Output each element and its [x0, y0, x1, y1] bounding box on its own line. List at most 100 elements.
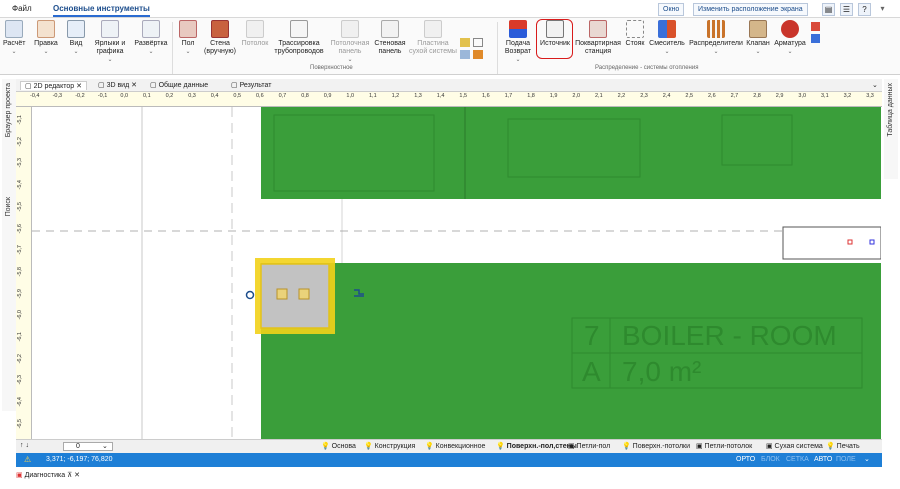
close-tab-icon[interactable]: ✕ [76, 83, 82, 90]
boiler-source-element[interactable] [260, 263, 330, 329]
ruler-h-label: 3,3 [866, 93, 874, 99]
labels-icon [101, 20, 119, 38]
menu-file[interactable]: Файл [12, 4, 32, 13]
small-tool-icon-3[interactable] [460, 50, 470, 59]
ruler-h-label: 0,1 [143, 93, 151, 99]
change-layout-button[interactable]: Изменить расположение экрана [693, 3, 808, 16]
room-letter: A [582, 356, 601, 387]
ceiling-icon [246, 20, 264, 38]
status-mode-toggle[interactable]: ПОЛЕ [836, 456, 856, 463]
layer-bar: ↑ ↓ 0 ⌄ 💡 Основа 💡 Конструкция 💡 Конвекцио… [16, 439, 882, 453]
supply-return-button[interactable]: Подача Возврат ⌄ [502, 20, 534, 64]
tab-main-tools[interactable]: Основные инструменты [53, 4, 150, 17]
pipe-routing-button[interactable]: Трассировка трубопроводов [273, 20, 325, 56]
warning-icon[interactable]: ⚠ [24, 455, 31, 464]
calc-icon [5, 20, 23, 38]
document-tabs: ▢ 2D редактор ✕ ▢ 3D вид ✕ ▢ Общие данны… [16, 79, 882, 92]
riser-button[interactable]: Стояк [624, 20, 646, 48]
fitting-icon [781, 20, 799, 38]
layer-toggle[interactable]: 💡 Поверхн.-пол,стены [496, 442, 577, 450]
routing-icon [290, 20, 308, 38]
view-button[interactable]: Вид ⌄ [66, 20, 86, 56]
ruler-v-label: -5,4 [17, 180, 23, 190]
edit-button[interactable]: Правка ⌄ [33, 20, 59, 56]
valve-button[interactable]: Клапан ⌄ [746, 20, 770, 56]
ceiling-button[interactable]: Потолок [241, 20, 269, 48]
layer-toggle[interactable]: 💡 Печать [826, 442, 860, 450]
menu-bar: Файл Основные инструменты Окно Изменить … [0, 0, 900, 18]
layer-select-arrow-icon[interactable]: ⌄ [102, 442, 108, 450]
adjacent-room-block [782, 226, 881, 260]
small-tool-icon-4[interactable] [473, 50, 483, 59]
unfold-button[interactable]: Развёртка ⌄ [133, 20, 169, 56]
layer-toggle[interactable]: ▣ Сухая система [766, 442, 823, 450]
close-tab-icon[interactable]: ✕ [131, 82, 137, 89]
tool-icon-1[interactable]: ▤ [822, 3, 835, 16]
diagnostics-panel-tab[interactable]: ▣ Диагностика ⊼ ✕ [16, 471, 136, 485]
wall-icon [211, 20, 229, 38]
mixer-button[interactable]: Смеситель ⌄ [648, 20, 686, 56]
connection-port-icon[interactable] [298, 288, 310, 300]
status-menu-icon[interactable]: ⌄ [864, 455, 870, 463]
labels-graphics-button[interactable]: Ярлыки и графика ⌄ [93, 20, 127, 64]
manifolds-button[interactable]: Распределители ⌄ [688, 20, 744, 56]
search-tab[interactable]: Поиск [5, 197, 12, 216]
layer-toggle[interactable]: 💡 Конвекционное [425, 442, 485, 450]
status-mode-toggle[interactable]: АВТО [814, 456, 832, 463]
status-mode-toggle[interactable]: БЛОК [761, 456, 780, 463]
small-tool-icon-1[interactable] [460, 38, 470, 47]
left-panel-strip: Браузер проекта Поиск [2, 79, 16, 411]
fittings-button[interactable]: Арматура ⌄ [772, 20, 808, 56]
wall-panel-button[interactable]: Стеновая панель [373, 20, 407, 56]
window-menu-button[interactable]: Окно [658, 3, 685, 16]
ruler-h-label: -0,2 [75, 93, 85, 99]
ceiling-panel-button[interactable]: Потолочная панель ⌄ [329, 20, 371, 64]
ruler-h-label: 2,6 [708, 93, 716, 99]
ruler-h-label: 1,9 [549, 93, 558, 99]
tab-3d-view[interactable]: ▢ 3D вид ✕ [98, 81, 137, 89]
connection-port-icon[interactable] [276, 288, 288, 300]
status-mode-toggle[interactable]: ОРТО [736, 456, 755, 463]
small-tool-icon-2[interactable] [473, 38, 483, 47]
calc-button[interactable]: Расчёт ⌄ [3, 20, 26, 56]
layer-toggle[interactable]: ▣ Петли-пол [568, 442, 610, 450]
ruler-v-label: -6,2 [17, 353, 23, 364]
layer-toggle[interactable]: ▣ Петли-потолок [696, 442, 752, 450]
dry-plate-button[interactable]: Пластина сухой системы [409, 20, 457, 56]
ribbon-collapse-icon[interactable]: ▾ [876, 3, 889, 16]
status-mode-toggle[interactable]: СЕТКА [786, 456, 809, 463]
project-browser-tab[interactable]: Браузер проекта [5, 83, 12, 137]
tab-general-data[interactable]: ▢ Общие данные [150, 81, 208, 89]
ruler-v-label: -6,5 [17, 418, 23, 429]
small-dist-icon-1[interactable] [811, 22, 820, 31]
layer-toggle[interactable]: 💡 Поверхн.-потолки [622, 442, 690, 450]
layer-nav-icons[interactable]: ↑ ↓ [20, 442, 29, 449]
horizontal-ruler: -0,4 -0,3 -0,2 -0,1 0,0 0,1 0,2 0,3 0,4 0,5 0,6 0,7… [16, 92, 882, 107]
data-table-tab[interactable]: Таблица данных [887, 83, 894, 137]
magnifier-icon [67, 20, 85, 38]
floor-surface-top[interactable] [261, 107, 881, 199]
tabs-dropdown-icon[interactable]: ⌄ [872, 81, 878, 89]
ruler-h-label: 1,8 [527, 93, 535, 99]
layer-toggle[interactable]: 💡 Конструкция [364, 442, 415, 450]
rotate-handle-icon[interactable] [245, 290, 255, 300]
ruler-h-label: 1,1 [369, 93, 377, 99]
tab-result[interactable]: ▢ Результат [231, 81, 271, 89]
small-dist-icon-2[interactable] [811, 34, 820, 43]
help-icon[interactable]: ? [858, 3, 871, 16]
ruler-h-label: 2,4 [662, 93, 671, 99]
ribbon: Расчёт ⌄ Правка ⌄ Вид ⌄ Ярлыки и графика ⌄ Р… [0, 18, 900, 75]
layer-toggle[interactable]: 💡 Основа [321, 442, 356, 450]
tool-icon-2[interactable]: ☰ [840, 3, 853, 16]
ruler-h-label: 2,7 [730, 93, 739, 99]
ruler-h-label: 2,0 [572, 93, 581, 99]
tab-2d-editor[interactable]: ▢ 2D редактор ✕ [20, 81, 87, 90]
floor-button[interactable]: Пол ⌄ [178, 20, 198, 56]
wall-manual-button[interactable]: Стена (вручную) [203, 20, 237, 56]
status-bar: ⚠ 3,371; -6,197; 76,820 ⌄ ОРТО БЛОК СЕТКА А… [16, 453, 882, 467]
group-label-distribution: Распределение - системы отопления [595, 65, 699, 71]
apartment-station-button[interactable]: Поквартирная станция [574, 20, 622, 56]
drawing-canvas[interactable]: 7 BOILER - ROOM A 7,0 m² [32, 107, 881, 439]
ruler-h-label: 2,3 [640, 93, 648, 99]
ruler-v-label: -6,1 [17, 332, 23, 342]
